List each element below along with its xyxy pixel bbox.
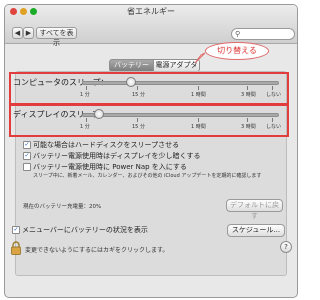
tick-label: 1 分 [80,92,90,98]
display-sleep-track[interactable] [82,113,279,117]
annotation-callout: 切り替える [205,42,269,60]
tick [272,86,273,90]
back-button[interactable]: ◀ [12,27,23,39]
title-bar: 省エネルギー ◀ ▶ すべてを表示 ⚲ [5,5,297,47]
window-title: 省エネルギー [127,7,175,16]
forward-button[interactable]: ▶ [23,27,34,39]
show-all-button[interactable]: すべてを表示 [36,27,77,47]
tick-label: しない [266,124,282,130]
tick [247,86,248,90]
dim-display-label: バッテリー電源使用時はディスプレイを少し暗くする [33,152,201,160]
tick-label: 15 分 [132,124,145,130]
tick [86,86,87,90]
preferences-window: 省エネルギー ◀ ▶ すべてを表示 ⚲ バッテリー 電源アダプタ 切り替える コ… [4,4,298,298]
tick [272,118,273,122]
display-sleep-slider-knob[interactable] [94,109,104,119]
computer-sleep-track[interactable] [82,81,279,85]
hard-disk-sleep-checkbox[interactable]: ✓ [23,141,31,149]
dim-display-checkbox[interactable]: ✓ [23,152,31,160]
callout-pointer [194,52,206,64]
computer-sleep-slider-knob[interactable] [126,77,136,87]
schedule-button[interactable]: スケジュール... [227,224,285,237]
search-icon: ⚲ [235,30,241,38]
tick-label: 3 時間 [241,124,256,130]
power-nap-description: スリープ中に、新着メール、カレンダー、およびその他の iCloud アップデート… [33,173,262,179]
tick-label: 1 時間 [191,124,206,130]
tick-label: 3 時間 [241,92,256,98]
tick [86,118,87,122]
restore-defaults-button[interactable]: デフォルトに戻す [226,199,283,220]
power-nap-label: バッテリー電源使用時に Power Nap を入にする [33,163,187,171]
tick [198,86,199,90]
tick [247,118,248,122]
tick-label: 1 時間 [191,92,206,98]
tick-label: 1 分 [80,124,90,130]
search-field[interactable]: ⚲ [231,28,295,40]
tick-label: 15 分 [132,92,145,98]
tick [198,118,199,122]
tick-label: しない [266,92,282,98]
tick [137,118,138,122]
battery-level-text: 現在のバッテリー充電量：20% [23,204,102,210]
show-battery-menubar-label: メニューバーにバッテリーの状況を表示 [22,226,148,234]
hard-disk-sleep-label: 可能な場合はハードディスクをスリープさせる [33,141,180,149]
power-nap-checkbox[interactable] [23,163,31,171]
show-battery-menubar-checkbox[interactable]: ✓ [12,226,20,234]
help-button[interactable]: ? [280,241,292,253]
lock-icon[interactable] [11,240,21,259]
lock-message: 変更できないようにするにはカギをクリックします。 [25,247,169,254]
tick [137,86,138,90]
